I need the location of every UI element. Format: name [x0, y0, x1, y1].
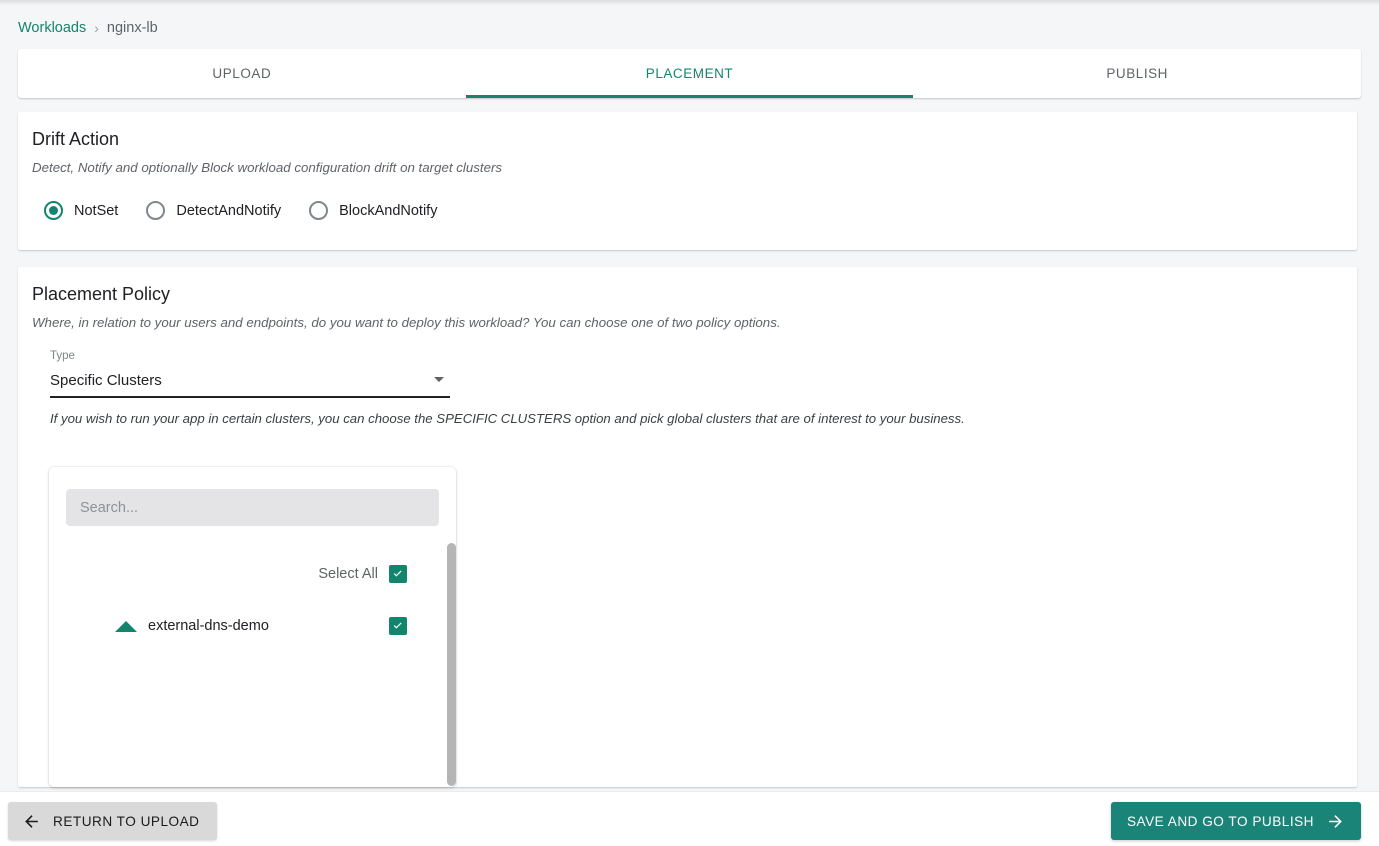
tab-upload-label: UPLOAD — [212, 66, 272, 81]
placement-type-field: Type Specific Clusters — [50, 349, 450, 398]
radio-blockandnotify[interactable]: BlockAndNotify — [309, 201, 437, 220]
cluster-list-scrollbar[interactable] — [447, 543, 456, 786]
tab-placement[interactable]: PLACEMENT — [465, 49, 914, 98]
cluster-list: Select All external-dns-demo — [49, 542, 456, 787]
select-all-checkbox[interactable] — [389, 565, 407, 583]
triangle-up-icon[interactable] — [115, 620, 137, 632]
save-and-go-to-publish-button[interactable]: SAVE AND GO TO PUBLISH — [1110, 802, 1361, 840]
wizard-tabbar: UPLOAD PLACEMENT PUBLISH — [18, 49, 1361, 98]
radio-detectandnotify[interactable]: DetectAndNotify — [146, 201, 281, 220]
radio-notset-label: NotSet — [74, 202, 119, 219]
select-all-row[interactable]: Select All — [318, 565, 407, 583]
return-to-upload-label: RETURN TO UPLOAD — [53, 813, 200, 829]
window-top-edge — [0, 0, 1379, 5]
placement-type-selected-value: Specific Clusters — [50, 372, 162, 389]
return-to-upload-button[interactable]: RETURN TO UPLOAD — [8, 802, 218, 840]
placement-page: Workloads › nginx-lb UPLOAD PLACEMENT PU… — [0, 0, 1379, 846]
cluster-name-label: external-dns-demo — [148, 618, 269, 634]
placement-type-helper-text: If you wish to run your app in certain c… — [50, 411, 965, 426]
cluster-search-input[interactable] — [66, 489, 439, 526]
radio-blockandnotify-label: BlockAndNotify — [339, 202, 438, 219]
placement-type-select[interactable]: Specific Clusters — [50, 370, 450, 398]
breadcrumb-separator-icon: › — [94, 20, 99, 36]
tab-publish-label: PUBLISH — [1106, 66, 1168, 81]
placement-type-label: Type — [50, 350, 75, 362]
tab-publish[interactable]: PUBLISH — [913, 49, 1361, 98]
save-and-go-to-publish-label: SAVE AND GO TO PUBLISH — [1126, 813, 1314, 829]
select-all-label: Select All — [318, 566, 378, 582]
chevron-down-icon — [434, 377, 444, 382]
footer-action-bar: RETURN TO UPLOAD SAVE AND GO TO PUBLISH — [0, 791, 1379, 846]
cluster-picker-panel: Select All external-dns-demo — [49, 467, 456, 787]
drift-action-subtitle: Detect, Notify and optionally Block work… — [32, 160, 503, 175]
drift-action-radio-group: NotSet DetectAndNotify BlockAndNotify — [18, 177, 1357, 220]
arrow-left-icon — [25, 814, 38, 828]
radio-notset[interactable]: NotSet — [44, 201, 118, 220]
placement-policy-subtitle: Where, in relation to your users and end… — [32, 315, 781, 330]
breadcrumb-link-workloads[interactable]: Workloads — [18, 18, 86, 38]
drift-action-title: Drift Action — [32, 129, 120, 149]
radio-detectandnotify-label: DetectAndNotify — [176, 202, 282, 219]
radio-blockandnotify-circle-icon — [309, 201, 329, 220]
radio-notset-circle-icon — [44, 201, 63, 220]
list-item[interactable]: external-dns-demo — [49, 613, 456, 639]
breadcrumb-current-nginx-lb: nginx-lb — [106, 20, 158, 36]
drift-action-card: Drift Action Detect, Notify and optional… — [18, 112, 1357, 250]
cluster-checkbox[interactable] — [389, 617, 407, 635]
radio-detectandnotify-circle-icon — [146, 201, 166, 220]
placement-policy-title: Placement Policy — [32, 284, 171, 304]
tab-upload[interactable]: UPLOAD — [18, 49, 466, 98]
tab-placement-label: PLACEMENT — [645, 66, 734, 81]
arrow-right-icon — [1329, 814, 1342, 828]
breadcrumb: Workloads › nginx-lb — [18, 18, 158, 38]
